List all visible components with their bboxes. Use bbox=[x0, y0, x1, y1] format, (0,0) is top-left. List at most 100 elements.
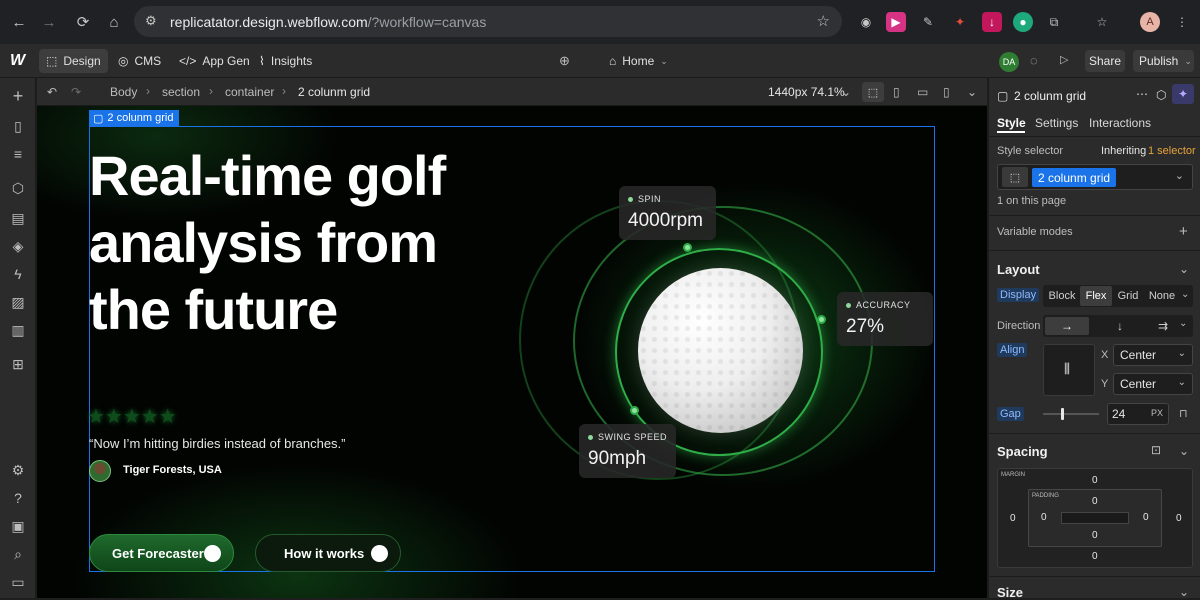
home-icon[interactable]: ⌂ bbox=[103, 11, 125, 33]
cms-collections-icon[interactable]: ▤ bbox=[8, 208, 28, 228]
spacing-heading[interactable]: Spacing bbox=[997, 444, 1048, 459]
layout-heading[interactable]: Layout bbox=[997, 262, 1040, 277]
more-menu-icon[interactable]: ⋮ bbox=[1172, 12, 1192, 32]
search-icon[interactable]: ⌕ bbox=[8, 544, 28, 564]
reload-icon[interactable]: ⟳ bbox=[72, 11, 94, 33]
assets-image-icon[interactable]: ▨ bbox=[8, 292, 28, 312]
site-info-icon[interactable]: ⚙ bbox=[145, 13, 157, 29]
padding-right-value[interactable]: 0 bbox=[1143, 512, 1149, 523]
class-chip[interactable]: 2 colunm grid bbox=[1032, 168, 1117, 187]
testimonial-quote[interactable]: “Now I’m hitting birdies instead of bran… bbox=[89, 436, 346, 451]
breadcrumb-section[interactable]: section bbox=[162, 85, 200, 99]
tablet-breakpoint-icon[interactable]: ▯ bbox=[893, 85, 900, 99]
style-selector-field[interactable]: ⬚ 2 colunm grid ⌄ bbox=[997, 164, 1193, 190]
padding-top-value[interactable]: 0 bbox=[1092, 496, 1098, 507]
lock-icon[interactable]: ⊓ bbox=[1179, 407, 1188, 420]
margin-right-value[interactable]: 0 bbox=[1176, 513, 1182, 524]
inheriting-count[interactable]: 1 selector bbox=[1148, 145, 1196, 157]
download-extension-icon[interactable]: ↓ bbox=[982, 12, 1002, 32]
breadcrumb-body[interactable]: Body bbox=[110, 85, 137, 99]
how-it-works-button[interactable]: How it works bbox=[255, 534, 401, 572]
chevron-down-icon[interactable]: ⌄ bbox=[1179, 262, 1189, 276]
help-icon[interactable]: ? bbox=[8, 488, 28, 508]
more-options-icon[interactable]: ⋯ bbox=[1136, 87, 1148, 101]
direction-horizontal-icon[interactable]: → bbox=[1045, 317, 1089, 335]
add-icon[interactable]: + bbox=[8, 86, 28, 106]
user-avatar[interactable]: DA bbox=[999, 52, 1019, 72]
margin-top-value[interactable]: 0 bbox=[1092, 475, 1098, 486]
book-icon[interactable]: ▥ bbox=[8, 320, 28, 340]
chevron-down-icon[interactable]: ⌄ bbox=[1179, 585, 1189, 599]
gap-input[interactable]: 24 PX bbox=[1107, 403, 1169, 425]
align-y-select[interactable]: Center ⌄ bbox=[1113, 373, 1193, 395]
padding-box[interactable]: PADDING 0 0 0 0 bbox=[1028, 489, 1162, 547]
navigator-icon[interactable]: ≡ bbox=[8, 144, 28, 164]
design-canvas[interactable]: ▢ 2 colunm grid Real-time golf analysis f… bbox=[37, 106, 987, 598]
tab-app-gen[interactable]: </> App Gen bbox=[172, 49, 257, 73]
color-extension-icon[interactable]: ● bbox=[1013, 12, 1033, 32]
globe-icon[interactable]: ⊕ bbox=[559, 53, 570, 69]
chevron-down-icon[interactable]: ⌄ bbox=[1179, 444, 1189, 458]
pages-icon[interactable]: ▯ bbox=[8, 116, 28, 136]
margin-box[interactable]: MARGIN 0 0 0 0 PADDING 0 0 0 0 bbox=[997, 468, 1193, 568]
mobile-landscape-icon[interactable]: ▭ bbox=[917, 85, 928, 99]
tab-insights[interactable]: ⌇ Insights bbox=[252, 49, 319, 73]
tab-settings[interactable]: Settings bbox=[1035, 116, 1078, 130]
padding-left-value[interactable]: 0 bbox=[1041, 512, 1047, 523]
gap-slider-handle[interactable] bbox=[1061, 408, 1064, 420]
preview-play-icon[interactable]: ▷ bbox=[1060, 53, 1068, 66]
pin-extension-icon[interactable]: ✦ bbox=[950, 12, 970, 32]
chevron-down-icon[interactable]: ⌄ bbox=[841, 85, 851, 99]
chevron-down-icon[interactable]: ⌄ bbox=[1179, 318, 1187, 329]
breadcrumb-container[interactable]: container bbox=[225, 85, 274, 99]
testimonial-author[interactable]: Tiger Forests, USA bbox=[123, 464, 222, 476]
margin-bottom-value[interactable]: 0 bbox=[1092, 551, 1098, 562]
direction-wrap-icon[interactable]: ⇉ bbox=[1148, 317, 1178, 335]
reading-list-icon[interactable]: ☆ bbox=[1092, 12, 1112, 32]
page-selector[interactable]: ⌂ Home ⌄ bbox=[602, 49, 675, 73]
chevron-down-icon[interactable]: ⌄ bbox=[1175, 169, 1184, 182]
mobile-portrait-icon[interactable]: ▯ bbox=[943, 85, 950, 99]
eyedropper-extension-icon[interactable]: ✎ bbox=[918, 12, 938, 32]
tab-style[interactable]: Style bbox=[997, 116, 1026, 130]
direction-vertical-icon[interactable]: ↓ bbox=[1105, 317, 1135, 335]
alignment-grid[interactable]: ⫼ bbox=[1043, 344, 1095, 396]
gap-slider-track[interactable] bbox=[1043, 413, 1099, 415]
back-arrow-icon[interactable]: ← bbox=[8, 11, 30, 33]
breadcrumb-current[interactable]: 2 colunm grid bbox=[298, 85, 370, 99]
publish-button[interactable]: Publish ⌄ bbox=[1133, 50, 1194, 72]
desktop-breakpoint-icon[interactable]: ⬚ bbox=[862, 82, 884, 102]
video-tutorials-icon[interactable]: ▭ bbox=[8, 572, 28, 592]
video-extension-icon[interactable]: ▶ bbox=[886, 12, 906, 32]
components-cube-icon[interactable]: ⬡ bbox=[8, 178, 28, 198]
tab-interactions[interactable]: Interactions bbox=[1089, 116, 1151, 130]
chevron-down-icon[interactable]: ⌄ bbox=[967, 85, 977, 99]
display-flex-option[interactable]: Flex bbox=[1080, 286, 1112, 306]
interactions-bolt-icon[interactable]: ϟ bbox=[8, 264, 28, 284]
component-cube-icon[interactable]: ⬡ bbox=[1156, 88, 1166, 102]
tab-cms[interactable]: ◎ CMS bbox=[111, 49, 168, 73]
hero-title[interactable]: Real-time golf analysis from the future bbox=[89, 142, 509, 343]
undo-icon[interactable]: ↶ bbox=[47, 85, 57, 99]
get-forecaster-button[interactable]: Get Forecaster bbox=[89, 534, 234, 572]
webflow-logo-icon[interactable]: W bbox=[10, 52, 25, 70]
selected-element-tag[interactable]: ▢ 2 colunm grid bbox=[89, 110, 180, 126]
bookmark-star-icon[interactable]: ☆ bbox=[817, 12, 830, 30]
display-grid-option[interactable]: Grid bbox=[1113, 286, 1143, 306]
camera-extension-icon[interactable]: ◉ bbox=[856, 12, 876, 32]
display-none-option[interactable]: None bbox=[1145, 286, 1179, 306]
align-x-select[interactable]: Center ⌄ bbox=[1113, 344, 1193, 366]
redo-icon[interactable]: ↷ bbox=[71, 85, 81, 99]
tab-design[interactable]: ⬚ Design bbox=[39, 49, 108, 73]
address-bar[interactable]: ⚙ replicatator.design.webflow.com/?workf… bbox=[134, 6, 842, 37]
add-variable-mode-icon[interactable]: + bbox=[1179, 223, 1188, 240]
extensions-puzzle-icon[interactable]: ⧉ bbox=[1044, 12, 1064, 32]
padding-bottom-value[interactable]: 0 bbox=[1092, 530, 1098, 541]
audit-icon[interactable]: ▣ bbox=[8, 516, 28, 536]
ai-assistant-icon[interactable]: ✦ bbox=[1172, 84, 1194, 104]
settings-gear-icon[interactable]: ⚙ bbox=[8, 460, 28, 480]
profile-avatar[interactable]: A bbox=[1140, 12, 1160, 32]
chevron-down-icon[interactable]: ⌄ bbox=[1181, 289, 1189, 300]
stat-card-swing-speed[interactable]: SWING SPEED 90mph bbox=[579, 424, 676, 478]
gap-unit[interactable]: PX bbox=[1151, 408, 1163, 418]
